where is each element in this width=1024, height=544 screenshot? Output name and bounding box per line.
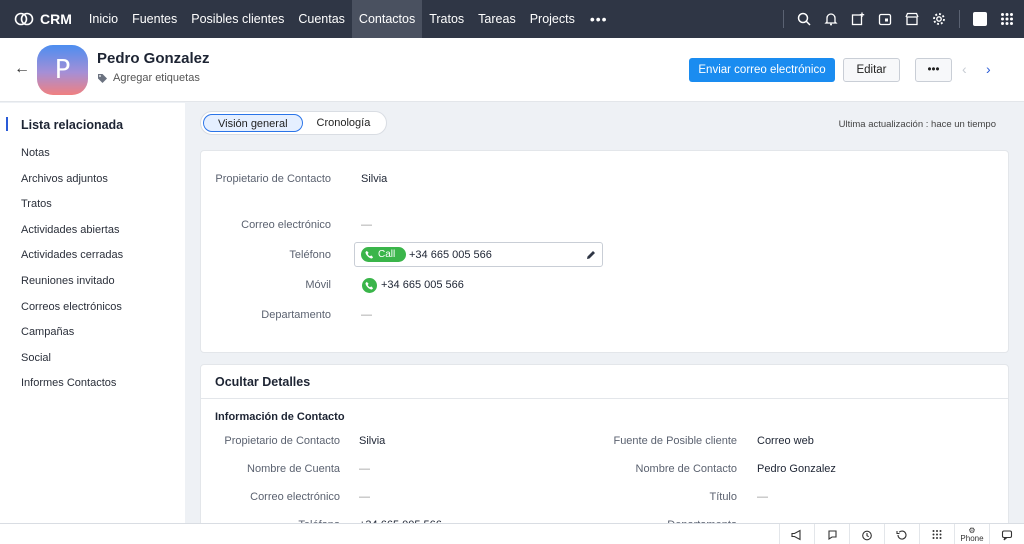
edit-button[interactable]: Editar [843, 58, 900, 82]
bell-icon[interactable] [824, 12, 838, 26]
detail-owner-value[interactable]: Silvia [359, 433, 385, 449]
detail-source-value[interactable]: Correo web [757, 433, 814, 449]
detail-contact-label: Nombre de Contacto [635, 463, 738, 475]
detail-title-label: Título [709, 491, 737, 503]
detail-account-value[interactable]: — [359, 461, 370, 477]
phone-icon [365, 250, 374, 259]
sidebar-item-actividades-abiertas[interactable]: Actividades abiertas [21, 224, 119, 236]
nav-item-contactos[interactable]: Contactos [351, 0, 423, 38]
sidebar-item-actividades-cerradas[interactable]: Actividades cerradas [21, 249, 123, 261]
add-tags-label: Agregar etiquetas [113, 72, 200, 84]
detail-email-label: Correo electrónico [250, 491, 340, 503]
nav-item-posibles-clientes[interactable]: Posibles clientes [184, 0, 291, 38]
main-content: Visión general Cronología Ultima actuali… [185, 103, 1024, 534]
divider [201, 398, 1008, 399]
call-label: Call [378, 249, 396, 260]
top-navigation-bar: CRM Inicio Fuentes Posibles clientes Cue… [0, 0, 1024, 38]
department-value[interactable]: — [361, 307, 372, 323]
detail-email-value[interactable]: — [359, 489, 370, 505]
divider [959, 10, 960, 28]
contact-avatar[interactable]: P [37, 45, 88, 95]
gear-icon[interactable] [932, 12, 946, 26]
tag-icon [98, 73, 107, 83]
detail-account-label: Nombre de Cuenta [247, 463, 340, 475]
mobile-label: Móvil [305, 279, 331, 291]
collapse-sidebar-handle[interactable] [6, 117, 8, 131]
nav-item-inicio[interactable]: Inicio [82, 0, 125, 38]
email-value[interactable]: — [361, 217, 372, 233]
nav-item-tareas[interactable]: Tareas [471, 0, 523, 38]
overview-card: Propietario de Contacto Silvia Correo el… [200, 150, 1009, 353]
more-actions-button[interactable]: ••• [915, 58, 952, 82]
search-icon[interactable] [797, 12, 811, 26]
phone-field[interactable]: Call +34 665 005 566 [354, 242, 603, 267]
add-record-icon[interactable] [851, 12, 865, 26]
nav-item-tratos[interactable]: Tratos [422, 0, 471, 38]
email-label: Correo electrónico [241, 219, 331, 231]
phone-value: +34 665 005 566 [409, 249, 492, 261]
next-record-icon[interactable]: › [986, 61, 991, 77]
department-label: Departamento [261, 309, 331, 321]
nav-more-button[interactable]: ••• [582, 0, 616, 38]
pencil-icon[interactable] [586, 250, 596, 260]
phone-label: Teléfono [289, 249, 331, 261]
add-tags-link[interactable]: Agregar etiquetas [97, 72, 200, 84]
bottom-toolbar-icons: ⚙ Phone [779, 524, 1024, 544]
details-card: Ocultar Detalles Información de Contacto… [200, 364, 1009, 534]
bottom-toolbar: ⚙ Phone [0, 523, 1024, 544]
previous-record-icon[interactable]: ‹ [962, 61, 967, 77]
crm-logo-icon [14, 12, 34, 26]
sidebar-item-informes-contactos[interactable]: Informes Contactos [21, 377, 116, 389]
owner-label: Propietario de Contacto [215, 173, 331, 185]
sidebar-item-archivos-adjuntos[interactable]: Archivos adjuntos [21, 173, 108, 185]
sidebar-item-correos-electronicos[interactable]: Correos electrónicos [21, 301, 122, 313]
sidebar-item-reuniones-invitado[interactable]: Reuniones invitado [21, 275, 115, 287]
top-icons [783, 0, 1014, 38]
detail-owner-label: Propietario de Contacto [224, 435, 340, 447]
detail-source-label: Fuente de Posible cliente [613, 435, 737, 447]
call-button[interactable]: Call [361, 247, 406, 262]
tab-vision-general[interactable]: Visión general [203, 114, 303, 132]
calendar-icon[interactable] [878, 12, 892, 26]
chat-icon[interactable] [989, 524, 1024, 544]
nav-item-cuentas[interactable]: Cuentas [291, 0, 352, 38]
mobile-call-icon[interactable] [362, 278, 377, 293]
nav-item-fuentes[interactable]: Fuentes [125, 0, 184, 38]
send-email-button[interactable]: Enviar correo electrónico [689, 58, 835, 82]
phone-settings-button[interactable]: ⚙ Phone [954, 524, 989, 544]
crm-logo[interactable]: CRM [0, 11, 82, 27]
user-avatar[interactable] [973, 12, 987, 26]
tab-cronologia[interactable]: Cronología [303, 114, 385, 132]
alarm-clock-icon[interactable] [849, 524, 884, 544]
sidebar-item-social[interactable]: Social [21, 352, 51, 364]
sidebar-item-campanas[interactable]: Campañas [21, 326, 74, 338]
sidebar-item-tratos[interactable]: Tratos [21, 198, 52, 210]
marketplace-icon[interactable] [905, 12, 919, 26]
divider [783, 10, 784, 28]
app-name: CRM [40, 11, 72, 27]
history-icon[interactable] [884, 524, 919, 544]
view-tabs: Visión general Cronología [200, 111, 388, 135]
nav-item-projects[interactable]: Projects [523, 0, 582, 38]
last-updated-text: Ultima actualización : hace un tiempo [838, 119, 996, 130]
hide-details-toggle[interactable]: Ocultar Detalles [215, 375, 310, 389]
apps-grid-icon[interactable] [1000, 12, 1014, 26]
related-list-sidebar: Lista relacionada Notas Archivos adjunto… [0, 103, 185, 544]
detail-title-value[interactable]: — [757, 489, 768, 505]
contact-info-section-title: Información de Contacto [215, 411, 345, 423]
phone-label: Phone [960, 533, 984, 543]
signals-icon[interactable] [814, 524, 849, 544]
sidebar-item-notas[interactable]: Notas [21, 147, 50, 159]
dialpad-icon[interactable] [919, 524, 954, 544]
megaphone-icon[interactable] [779, 524, 814, 544]
detail-contact-value[interactable]: Pedro Gonzalez [757, 461, 836, 477]
owner-value[interactable]: Silvia [361, 171, 387, 187]
contact-name: Pedro Gonzalez [97, 50, 210, 67]
record-header: ← P Pedro Gonzalez Agregar etiquetas Env… [0, 38, 1024, 102]
related-list-title: Lista relacionada [21, 118, 124, 132]
main-nav: Inicio Fuentes Posibles clientes Cuentas… [82, 0, 616, 38]
mobile-value[interactable]: +34 665 005 566 [381, 277, 464, 293]
back-arrow-icon[interactable]: ← [14, 60, 30, 78]
